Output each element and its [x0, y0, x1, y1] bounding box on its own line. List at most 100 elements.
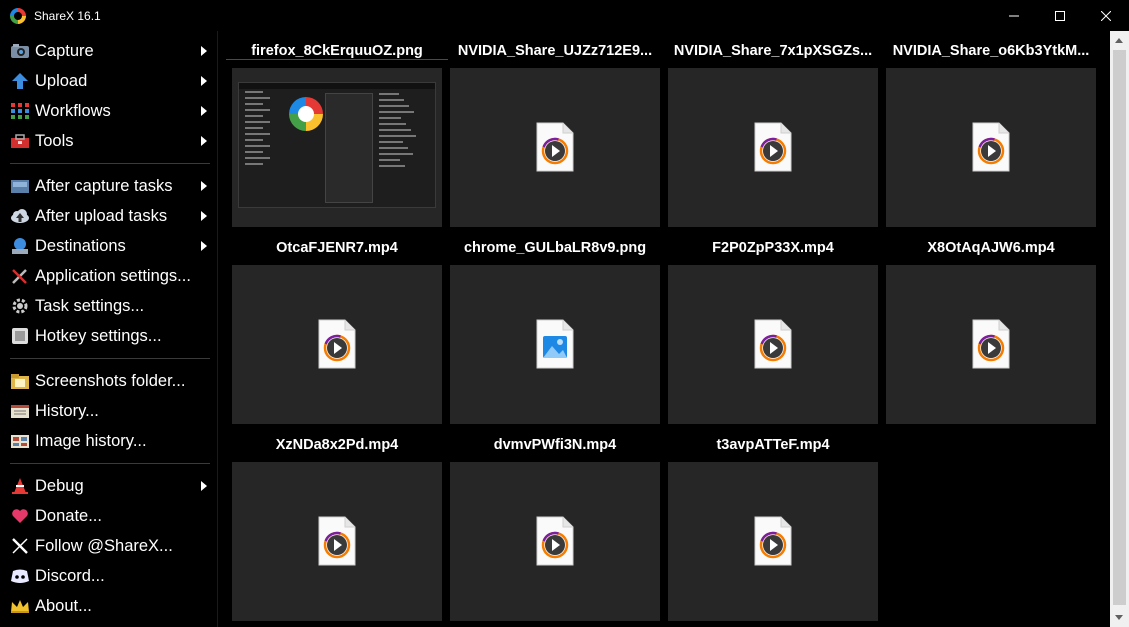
menu-item-donate[interactable]: Donate...: [0, 502, 218, 530]
crown-icon: [10, 597, 30, 615]
workflows-grid-icon: [10, 102, 30, 120]
menu-item-label: Destinations: [35, 237, 126, 255]
file-thumbnail-item[interactable]: NVIDIA_Share_o6Kb3YtkM...: [886, 31, 1096, 228]
discord-icon: [10, 567, 30, 585]
history-icon: [10, 402, 30, 420]
file-name-label: F2P0ZpP33X.mp4: [712, 240, 834, 256]
submenu-arrow-icon: [201, 76, 207, 86]
menu-item-label: Image history...: [35, 432, 147, 450]
menu-item-label: About...: [35, 597, 92, 615]
file-thumbnail-item[interactable]: firefox_8CkErquuOZ.png: [226, 31, 448, 228]
menu-item-label: Capture: [35, 42, 94, 60]
menu-item-debug[interactable]: Debug: [0, 472, 218, 500]
thumbnail-preview[interactable]: [668, 265, 878, 424]
file-thumbnail-item[interactable]: chrome_GULbaLR8v9.png: [450, 228, 660, 425]
minimize-button[interactable]: [991, 0, 1037, 31]
thumbnail-grid: firefox_8CkErquuOZ.png NVIDIA_Share_UJZz7…: [219, 31, 1110, 627]
file-thumbnail-item[interactable]: NVIDIA_Share_7x1pXSGZs...: [668, 31, 878, 228]
main-menu: Capture Upload Workflows Tools After capture…: [0, 31, 218, 627]
thumbnail-preview[interactable]: [668, 462, 878, 621]
menu-item-application-settings[interactable]: Application settings...: [0, 262, 218, 290]
thumbnail-preview[interactable]: [450, 68, 660, 227]
close-button[interactable]: [1083, 0, 1129, 31]
maximize-icon: [1055, 10, 1065, 21]
video-file-icon: [971, 318, 1011, 370]
thumbnail-preview[interactable]: [886, 68, 1096, 227]
camera-icon: [10, 42, 30, 60]
menu-item-label: Screenshots folder...: [35, 372, 186, 390]
menu-item-tools[interactable]: Tools: [0, 127, 218, 155]
video-file-icon: [753, 515, 793, 567]
title-bar: ShareX 16.1: [0, 0, 1129, 31]
scrollbar-thumb[interactable]: [1113, 50, 1126, 605]
file-thumbnail-item[interactable]: F2P0ZpP33X.mp4: [668, 228, 878, 425]
file-thumbnail-item[interactable]: NVIDIA_Share_UJZz712E9...: [450, 31, 660, 228]
menu-item-label: Discord...: [35, 567, 105, 585]
menu-item-label: History...: [35, 402, 99, 420]
file-name-label: X8OtAqAJW6.mp4: [927, 240, 1055, 256]
menu-item-workflows[interactable]: Workflows: [0, 97, 218, 125]
thumbnail-preview[interactable]: [450, 265, 660, 424]
close-icon: [1101, 10, 1111, 21]
menu-item-after-capture-tasks[interactable]: After capture tasks: [0, 172, 218, 200]
file-name-label: chrome_GULbaLR8v9.png: [463, 240, 647, 256]
submenu-arrow-icon: [201, 46, 207, 56]
menu-item-label: Workflows: [35, 102, 111, 120]
video-file-icon: [753, 318, 793, 370]
submenu-arrow-icon: [201, 181, 207, 191]
video-file-icon: [971, 121, 1011, 173]
menu-item-capture[interactable]: Capture: [0, 37, 218, 65]
scroll-up-arrow-icon[interactable]: [1115, 38, 1123, 43]
file-name-label: OtcaFJENR7.mp4: [276, 240, 398, 256]
menu-item-after-upload-tasks[interactable]: After upload tasks: [0, 202, 218, 230]
after-capture-icon: [10, 177, 30, 195]
file-thumbnail-item[interactable]: t3avpATTeF.mp4: [668, 425, 878, 622]
maximize-button[interactable]: [1037, 0, 1083, 31]
menu-item-destinations[interactable]: Destinations: [0, 232, 218, 260]
menu-item-label: Donate...: [35, 507, 102, 525]
thumbnail-preview[interactable]: [886, 265, 1096, 424]
gear-icon: [10, 297, 30, 315]
menu-item-about[interactable]: About...: [0, 592, 218, 620]
toolbox-icon: [10, 132, 30, 150]
sharex-logo-icon: [10, 7, 26, 24]
menu-item-history[interactable]: History...: [0, 397, 218, 425]
image-history-icon: [10, 432, 30, 450]
thumbnail-preview[interactable]: [232, 462, 442, 621]
screenshot-preview-image: [238, 82, 436, 208]
menu-separator: [10, 358, 210, 359]
thumbnail-preview[interactable]: [232, 68, 442, 227]
thumbnail-preview[interactable]: [232, 265, 442, 424]
menu-item-label: Task settings...: [35, 297, 145, 315]
thumbnail-preview[interactable]: [450, 462, 660, 621]
upload-arrow-icon: [10, 72, 30, 90]
video-file-icon: [535, 121, 575, 173]
file-thumbnail-item[interactable]: OtcaFJENR7.mp4: [232, 228, 442, 425]
submenu-arrow-icon: [201, 241, 207, 251]
submenu-arrow-icon: [201, 481, 207, 491]
minimize-icon: [1009, 15, 1019, 16]
menu-item-hotkey-settings[interactable]: Hotkey settings...: [0, 322, 218, 350]
menu-item-follow-sharex[interactable]: Follow @ShareX...: [0, 532, 218, 560]
video-file-icon: [317, 318, 357, 370]
x-logo-icon: [10, 537, 30, 555]
file-thumbnail-item[interactable]: dvmvPWfi3N.mp4: [450, 425, 660, 622]
menu-item-task-settings[interactable]: Task settings...: [0, 292, 218, 320]
scroll-down-arrow-icon[interactable]: [1115, 615, 1123, 620]
menu-item-screenshots-folder[interactable]: Screenshots folder...: [0, 367, 218, 395]
vertical-scrollbar[interactable]: [1110, 31, 1129, 627]
menu-item-label: Hotkey settings...: [35, 327, 162, 345]
file-name-label: NVIDIA_Share_o6Kb3YtkM...: [892, 43, 1090, 59]
file-thumbnail-item[interactable]: XzNDa8x2Pd.mp4: [232, 425, 442, 622]
menu-item-discord[interactable]: Discord...: [0, 562, 218, 590]
file-thumbnail-item[interactable]: X8OtAqAJW6.mp4: [886, 228, 1096, 425]
menu-item-image-history[interactable]: Image history...: [0, 427, 218, 455]
menu-item-label: Application settings...: [35, 267, 191, 285]
cloud-upload-icon: [10, 207, 30, 225]
thumbnail-preview[interactable]: [668, 68, 878, 227]
menu-item-upload[interactable]: Upload: [0, 67, 218, 95]
menu-item-label: After capture tasks: [35, 177, 173, 195]
menu-item-label: Follow @ShareX...: [35, 537, 173, 555]
menu-separator: [10, 463, 210, 464]
window-controls: [991, 0, 1129, 31]
